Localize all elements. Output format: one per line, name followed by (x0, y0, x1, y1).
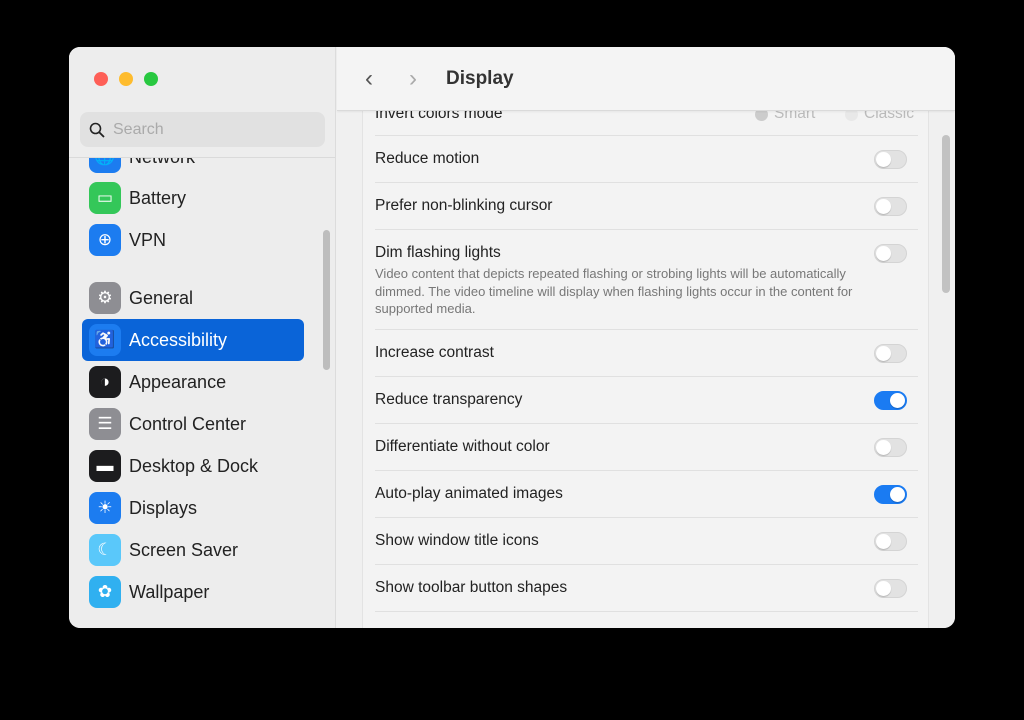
sidebar-item-label: VPN (129, 229, 167, 250)
sidebar-scrollbar[interactable] (323, 230, 330, 370)
sidebar-item-label: Displays (129, 497, 198, 518)
setting-label: Reduce motion (375, 150, 480, 167)
main-pane: ‹ › Display Invert colors mode Smart Cla… (337, 47, 955, 628)
setting-description: Video content that depicts repeated flas… (375, 266, 853, 316)
sidebar-item-battery[interactable]: ▭ Battery (82, 177, 304, 219)
setting-label: Show window title icons (375, 532, 539, 549)
toggle-switch[interactable] (874, 438, 907, 457)
dock-icon: ▬ (89, 450, 121, 482)
sidebar-item-label: Appearance (129, 371, 227, 392)
toggle-switch[interactable] (874, 391, 907, 410)
setting-row: Prefer non-blinking cursor (375, 183, 918, 230)
screen-saver-icon: ☾ (89, 534, 121, 566)
sidebar-item-label: General (129, 287, 194, 308)
sidebar-item-label: Wallpaper (129, 581, 210, 602)
sidebar-item-label: Screen Saver (129, 539, 239, 560)
appearance-icon: ◑ (89, 366, 121, 398)
setting-label: Differentiate without color (375, 438, 550, 455)
toggle-switch[interactable] (874, 244, 907, 263)
search-input[interactable] (113, 120, 313, 139)
setting-label: Prefer non-blinking cursor (375, 197, 553, 214)
sidebar-item-general[interactable]: ⚙ General (82, 277, 304, 319)
accessibility-icon: ♿ (89, 324, 121, 356)
setting-row: Show window title icons (375, 518, 918, 565)
setting-label: Increase contrast (375, 344, 494, 361)
sidebar-item-label: Accessibility (129, 329, 228, 350)
toggle-switch[interactable] (874, 532, 907, 551)
control-center-icon: ☰ (89, 408, 121, 440)
sidebar-item-label: Control Center (129, 413, 247, 434)
settings-group: Invert colors mode Smart Classic Reduce … (362, 87, 929, 628)
setting-row: Differentiate without color (375, 424, 918, 471)
sidebar-item-desktop-dock[interactable]: ▬ Desktop & Dock (82, 445, 304, 487)
setting-row: Increase contrast (375, 330, 918, 377)
sidebar-item-control-center[interactable]: ☰ Control Center (82, 403, 304, 445)
forward-button[interactable]: › (409, 65, 417, 93)
setting-row: Show toolbar button shapes (375, 565, 918, 612)
page-title: Display (446, 68, 514, 89)
toggle-switch[interactable] (874, 344, 907, 363)
setting-row: Reduce motion (375, 136, 918, 183)
setting-label: Show toolbar button shapes (375, 579, 568, 596)
battery-icon: ▭ (89, 182, 121, 214)
flower-icon: ✿ (89, 576, 121, 608)
sidebar-item-wallpaper[interactable]: ✿ Wallpaper (82, 571, 304, 613)
setting-row: Reduce transparency (375, 377, 918, 424)
toolbar: ‹ › Display (337, 47, 955, 111)
sidebar-item-label: Desktop & Dock (129, 455, 259, 476)
sidebar-item-appearance[interactable]: ◑ Appearance (82, 361, 304, 403)
gear-icon: ⚙ (89, 282, 121, 314)
sidebar-item-accessibility[interactable]: ♿ Accessibility (82, 319, 304, 361)
setting-label: Dim flashing lights (375, 244, 501, 261)
sidebar-item-label: Battery (129, 187, 187, 208)
search-icon (89, 122, 105, 138)
setting-label: Auto-play animated images (375, 485, 563, 502)
setting-label: Reduce transparency (375, 391, 523, 408)
sidebar-item-screen-saver[interactable]: ☾ Screen Saver (82, 529, 304, 571)
minimize-button[interactable] (119, 72, 133, 86)
close-button[interactable] (94, 72, 108, 86)
search-field[interactable] (80, 112, 325, 147)
setting-row: Auto-play animated images (375, 471, 918, 518)
toggle-switch[interactable] (874, 150, 907, 169)
sun-icon: ☀ (89, 492, 121, 524)
setting-row: Dim flashing lights Video content that de… (375, 230, 918, 330)
vpn-globe-icon: ⊕ (89, 224, 121, 256)
sidebar-item-displays[interactable]: ☀ Displays (82, 487, 304, 529)
sidebar: 🌐Network▭Battery⊕VPN⚙General♿Accessibili… (69, 47, 336, 628)
zoom-button[interactable] (144, 72, 158, 86)
toggle-switch[interactable] (874, 197, 907, 216)
toggle-switch[interactable] (874, 579, 907, 598)
main-scrollbar[interactable] (942, 135, 950, 293)
sidebar-item-vpn[interactable]: ⊕ VPN (82, 219, 304, 261)
toggle-switch[interactable] (874, 485, 907, 504)
settings-window: 🌐Network▭Battery⊕VPN⚙General♿Accessibili… (69, 47, 955, 628)
back-button[interactable]: ‹ (365, 65, 373, 93)
